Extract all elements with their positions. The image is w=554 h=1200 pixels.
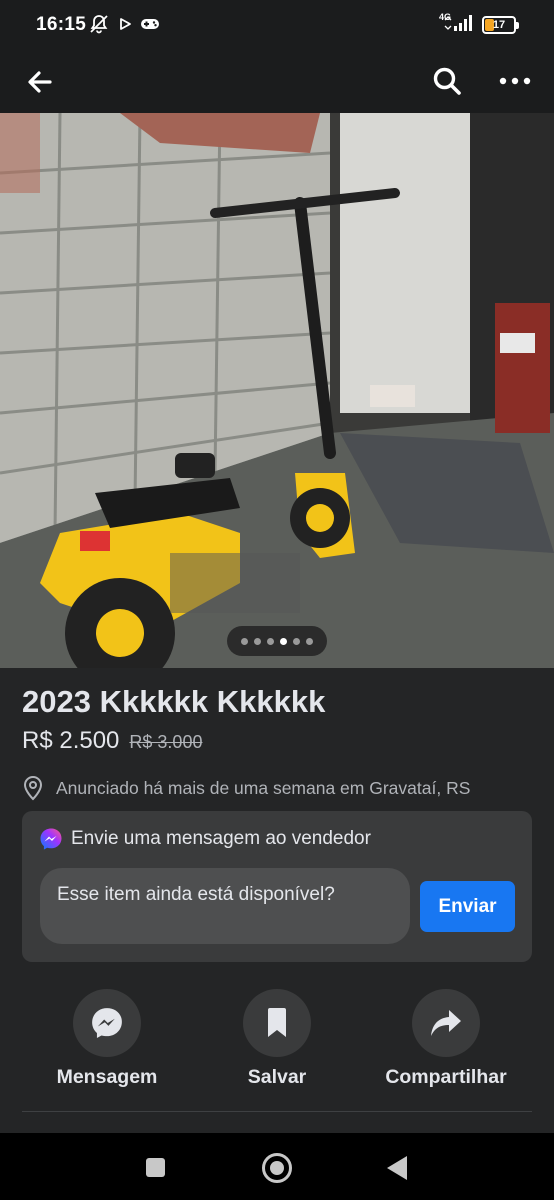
pager-dot[interactable] bbox=[306, 637, 313, 645]
pager-dot[interactable] bbox=[241, 637, 248, 645]
pager-dot[interactable] bbox=[267, 637, 274, 645]
listing-location: Anunciado há mais de uma semana em Grava… bbox=[56, 777, 471, 798]
status-bar: 16:15 4G 17 bbox=[0, 0, 554, 50]
pager-dot[interactable] bbox=[280, 637, 287, 645]
system-back-icon[interactable] bbox=[387, 1156, 407, 1180]
share-icon bbox=[431, 1010, 461, 1036]
bookmark-icon bbox=[268, 1008, 286, 1037]
battery-level: 17 bbox=[492, 18, 506, 31]
system-nav-bar bbox=[0, 1133, 554, 1200]
message-action-label: Mensagem bbox=[56, 1066, 158, 1088]
search-icon bbox=[433, 67, 461, 95]
status-time: 16:15 bbox=[36, 14, 87, 35]
location-pin-icon bbox=[23, 775, 43, 801]
pager-dot[interactable] bbox=[293, 637, 300, 645]
pager-dot[interactable] bbox=[254, 637, 261, 645]
listing-photo[interactable] bbox=[0, 113, 554, 668]
home-icon[interactable] bbox=[262, 1153, 292, 1183]
status-icons-right: 17 bbox=[444, 12, 519, 37]
gamepad-icon bbox=[140, 17, 160, 36]
send-button[interactable]: Enviar bbox=[420, 881, 515, 932]
back-button[interactable] bbox=[20, 62, 60, 102]
divider bbox=[22, 1111, 532, 1112]
share-action-label: Compartilhar bbox=[385, 1066, 507, 1088]
more-icon bbox=[499, 77, 531, 85]
status-icons-left bbox=[88, 13, 160, 40]
photo-pager[interactable] bbox=[227, 626, 327, 656]
top-app-bar bbox=[0, 50, 554, 113]
listing-title: 2023 Kkkkkk Kkkkkk bbox=[22, 684, 326, 719]
message-action-button[interactable]: Mensagem bbox=[37, 989, 177, 1089]
play-icon bbox=[118, 17, 132, 36]
messenger-icon bbox=[92, 1008, 122, 1039]
signal-icon bbox=[444, 12, 476, 37]
recent-apps-icon[interactable] bbox=[146, 1158, 165, 1177]
back-arrow-icon bbox=[28, 71, 52, 93]
location-row: Anunciado há mais de uma semana em Grava… bbox=[22, 775, 470, 801]
message-card-title: Envie uma mensagem ao vendedor bbox=[71, 828, 371, 849]
save-action-circle[interactable] bbox=[243, 989, 311, 1057]
price-row: R$ 2.500 R$ 3.000 bbox=[22, 727, 202, 755]
save-action-button[interactable]: Salvar bbox=[207, 989, 347, 1089]
mute-bell-icon bbox=[88, 13, 110, 40]
messenger-logo-icon bbox=[40, 828, 62, 850]
message-action-circle[interactable] bbox=[73, 989, 141, 1057]
share-action-circle[interactable] bbox=[412, 989, 480, 1057]
message-seller-card: Envie uma mensagem ao vendedor Esse item… bbox=[22, 811, 532, 962]
listing-old-price: R$ 3.000 bbox=[129, 732, 203, 752]
share-action-button[interactable]: Compartilhar bbox=[376, 989, 516, 1089]
listing-price: R$ 2.500 bbox=[22, 727, 120, 754]
save-action-label: Salvar bbox=[247, 1066, 307, 1088]
more-options-button[interactable] bbox=[494, 60, 536, 102]
search-button[interactable] bbox=[426, 60, 468, 102]
message-card-header: Envie uma mensagem ao vendedor bbox=[39, 827, 371, 851]
message-input[interactable]: Esse item ainda está disponível? bbox=[40, 868, 410, 944]
battery-icon: 17 bbox=[482, 15, 519, 34]
